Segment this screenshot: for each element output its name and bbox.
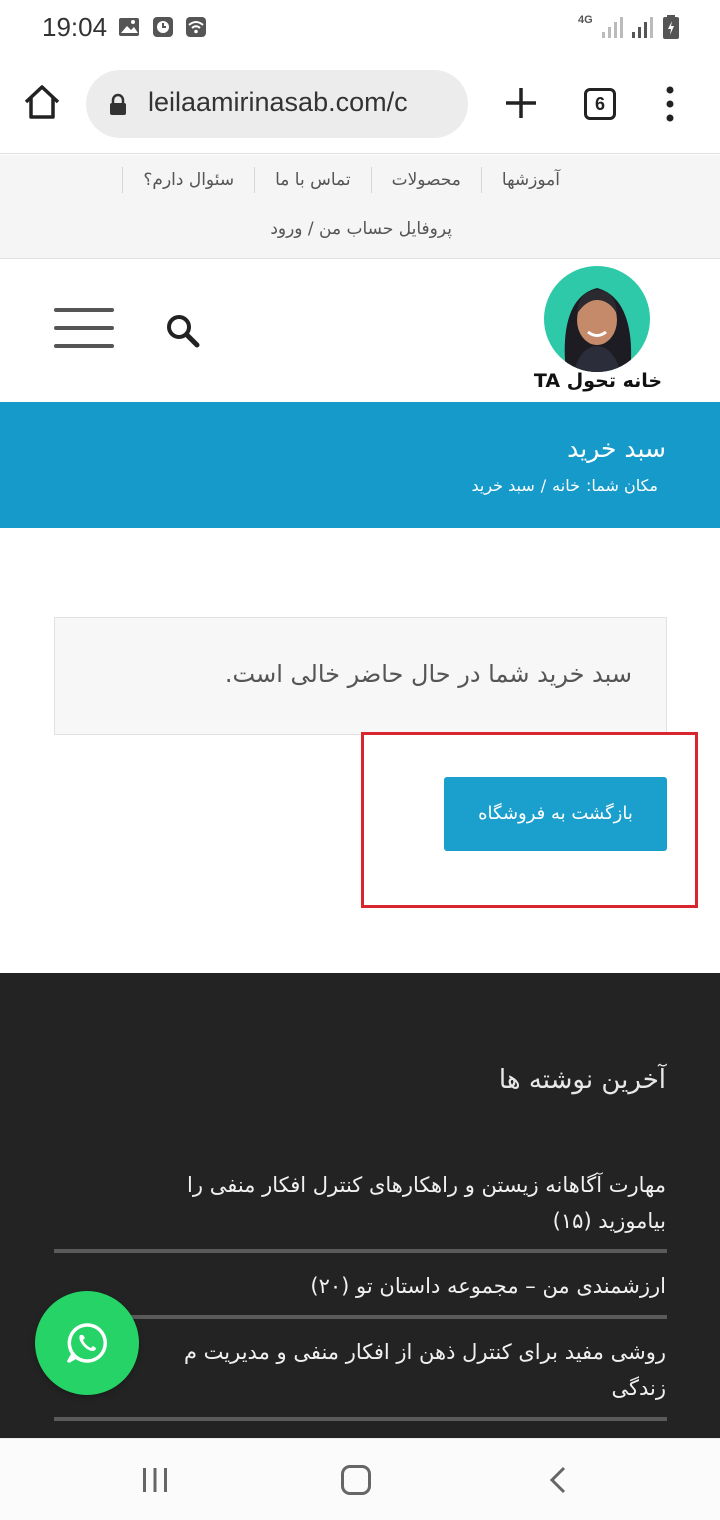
empty-cart-message: سبد خرید شما در حال حاضر خالی است.	[224, 660, 632, 688]
post-divider	[54, 1315, 667, 1319]
signal-icon	[602, 17, 623, 38]
page-title: سبد خرید	[567, 434, 666, 463]
logo-text: خانه تحول TA	[533, 370, 663, 392]
hamburger-menu-icon[interactable]	[54, 308, 114, 348]
breadcrumb-separator: /	[540, 476, 547, 495]
url-text[interactable]: leilaamirinasab.com/c	[148, 87, 408, 118]
battery-icon	[663, 15, 679, 39]
recent-post-line: روشی مفید برای کنترل ذهن از افکار منفی و…	[183, 1340, 666, 1364]
breadcrumb: مکان شما: خانه / سبد خرید	[471, 476, 658, 495]
recent-post-link[interactable]: مهارت آگاهانه زیستن و راهکارهای کنترل اف…	[53, 1167, 666, 1239]
signal-2-icon	[632, 17, 653, 38]
network-type: 4G	[578, 14, 593, 26]
recent-posts-title: آخرین نوشته ها	[498, 1065, 666, 1095]
breadcrumb-current: سبد خرید	[471, 476, 535, 495]
nav-item-contact[interactable]: تماس با ما	[254, 167, 371, 193]
recent-apps-icon[interactable]	[141, 1467, 169, 1493]
breadcrumb-prefix: مکان شما:	[585, 476, 658, 495]
recent-post-link[interactable]: روشی مفید برای کنترل ذهن از افکار منفی و…	[53, 1334, 666, 1406]
breadcrumb-home-link[interactable]: خانه	[552, 476, 580, 495]
post-divider	[54, 1249, 667, 1253]
wifi-icon	[186, 17, 206, 37]
site-header: خانه تحول TA	[0, 260, 720, 402]
status-time: 19:04	[42, 12, 108, 42]
recent-post-link[interactable]: ارزشمندی من – مجموعه داستان تو (۲۰)	[53, 1268, 666, 1304]
post-divider	[54, 1417, 667, 1421]
address-bar[interactable]: leilaamirinasab.com/c	[86, 70, 468, 138]
nav-item-question[interactable]: سئوال دارم؟	[122, 167, 254, 193]
more-vert-icon[interactable]	[660, 84, 680, 124]
whatsapp-button[interactable]	[35, 1291, 139, 1395]
empty-cart-notice: سبد خرید شما در حال حاضر خالی است.	[54, 617, 667, 735]
recent-post-line: بیاموزید (۱۵)	[552, 1209, 666, 1233]
return-to-shop-button[interactable]: بازگشت به فروشگاه	[444, 777, 667, 851]
tabs-count-button[interactable]: 6	[584, 88, 616, 120]
recent-post-line: مهارت آگاهانه زیستن و راهکارهای کنترل اف…	[187, 1173, 666, 1197]
recent-post-line: زندگی	[611, 1376, 666, 1400]
top-nav-links: آموزشها محصولات تماس با ما سئوال دارم؟	[122, 167, 580, 193]
page-title-band: سبد خرید مکان شما: خانه / سبد خرید	[0, 402, 720, 528]
clock-icon	[153, 17, 173, 37]
nav-item-products[interactable]: محصولات	[370, 167, 481, 193]
logo-portrait	[544, 266, 650, 372]
nav-item-tutorials[interactable]: آموزشها	[480, 167, 580, 193]
status-bar: 19:04 4G	[0, 0, 720, 56]
android-navigation-bar	[0, 1438, 720, 1520]
plus-icon[interactable]	[500, 82, 542, 124]
lock-icon	[110, 93, 126, 115]
recent-post-line: ارزشمندی من – مجموعه داستان تو (۲۰)	[310, 1274, 666, 1298]
browser-toolbar: leilaamirinasab.com/c 6	[0, 56, 720, 154]
account-login-link[interactable]: پروفایل حساب من / ورود	[270, 219, 452, 239]
search-icon[interactable]	[164, 312, 200, 348]
home-icon[interactable]	[20, 80, 64, 124]
home-nav-icon[interactable]	[341, 1465, 371, 1495]
site-logo[interactable]: خانه تحول TA	[530, 264, 666, 398]
whatsapp-icon	[67, 1323, 107, 1363]
image-icon	[119, 18, 139, 36]
back-icon[interactable]	[546, 1465, 570, 1495]
top-navigation: آموزشها محصولات تماس با ما سئوال دارم؟ پ…	[0, 155, 720, 259]
